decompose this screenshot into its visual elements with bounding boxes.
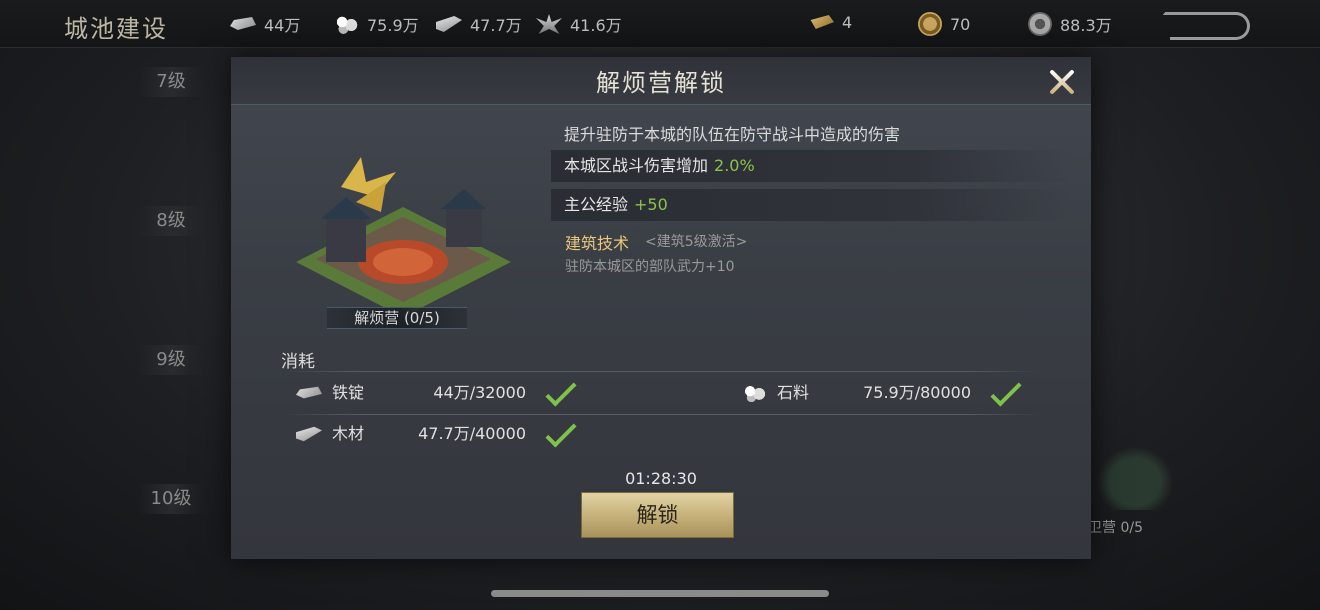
cost-amount-wood: 47.7万/40000 [418,424,526,443]
ingot-icon [230,17,256,30]
resource-wood: 47.7万 [436,12,522,36]
cost-amount-ingot: 44万/32000 [433,383,526,402]
top-bar: 城池建设 44万 75.9万 47.7万 41.6万 4 70 88.3万 [0,0,1320,48]
page-title: 城池建设 [64,15,168,43]
unlock-timer: 01:28:30 [625,469,697,488]
background-building-label: 卫营 0/5 [1088,520,1143,536]
stat-row-exp: 主公经验 +50 [551,189,1071,221]
resource-grain: 41.6万 [536,12,622,36]
dialog-header: 解烦营解锁 [231,57,1091,105]
grain-icon [536,14,562,34]
close-icon[interactable] [1045,65,1079,99]
level-label-8: 8级 [138,206,204,236]
wood-icon [296,426,322,442]
cost-item-wood: 木材 47.7万/40000 [296,416,577,449]
tech-title: 建筑技术 [565,234,630,253]
building-illustration [296,157,511,317]
checkmark-icon [990,375,1022,407]
checkmark-icon [545,416,577,448]
stone-icon [741,384,767,402]
building-name-tag: 解烦营 (0/5) [327,307,467,329]
cost-item-stone: 石料 75.9万/80000 [741,375,1022,408]
cost-name-ingot: 铁锭 [332,383,365,402]
currency-gold[interactable]: 4 [808,12,852,32]
stat-value-damage: 2.0% [714,156,755,175]
currency-silver[interactable]: 88.3万 [1028,12,1112,36]
stat-value-exp: +50 [634,195,668,214]
stat-label-damage: 本城区战斗伤害增加 [564,156,709,175]
wood-icon [436,16,462,32]
building-description: 提升驻防于本城的队伍在防守战斗中造成的伤害 [564,125,901,144]
resource-stone-value: 75.9万 [367,16,419,35]
resource-wood-value: 47.7万 [470,16,522,35]
dialog-title: 解烦营解锁 [596,69,726,97]
currency-gold-value: 4 [842,12,853,32]
currency-silver-value: 88.3万 [1060,16,1112,35]
consume-title: 消耗 [281,352,315,372]
level-label-10: 10级 [138,484,204,514]
checkmark-icon [545,375,577,407]
cost-item-ingot: 铁锭 44万/32000 [296,375,577,408]
unlock-button[interactable]: 解锁 [581,492,734,538]
currency-copper-value: 70 [950,14,971,34]
unlock-dialog: 解烦营解锁 解烦营 (0/5) 提升驻防于本城的队伍在防守战斗中造成的伤害 本城… [231,57,1091,559]
stone-icon [333,14,359,34]
ingot-icon [296,386,322,399]
divider [283,371,1041,372]
cost-name-wood: 木材 [332,424,365,443]
resource-ingot: 44万 [230,12,300,36]
background-building[interactable] [1090,440,1180,510]
gold-ingot-icon [810,15,834,29]
level-label-7: 7级 [138,67,204,97]
resource-grain-value: 41.6万 [570,16,622,35]
level-label-9: 9级 [138,345,204,375]
tech-activation-note: <建筑5级激活> [645,234,748,250]
stat-label-exp: 主公经验 [564,195,629,214]
resource-stone: 75.9万 [333,12,419,36]
currency-copper[interactable]: 70 [918,12,970,36]
cost-amount-stone: 75.9万/80000 [863,383,971,402]
silver-coin-icon [1028,12,1052,36]
stat-row-damage: 本城区战斗伤害增加 2.0% [551,150,1071,182]
back-button[interactable] [1170,12,1250,40]
copper-coin-icon [918,12,942,36]
divider [283,414,1041,415]
home-indicator[interactable] [491,590,829,597]
resource-ingot-value: 44万 [264,16,301,35]
tech-effect: 驻防本城区的部队武力+10 [565,259,735,275]
cost-name-stone: 石料 [777,383,810,402]
